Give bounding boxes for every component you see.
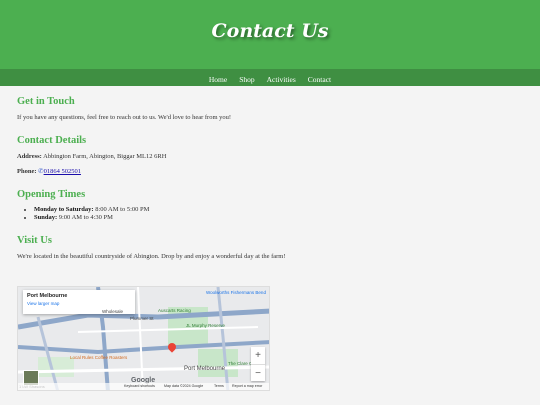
map-label-auscarts[interactable]: Auscarts Racing: [158, 308, 191, 313]
get-in-touch-text: If you have any questions, feel free to …: [17, 114, 232, 121]
map-label-wholesale: Wholesale: [102, 309, 124, 314]
phone-line: Phone: ✆01864 502501: [17, 167, 523, 176]
map-label-local-rules[interactable]: Local Rules Coffee Roasters: [70, 355, 127, 360]
zoom-out-button[interactable]: −: [251, 364, 265, 381]
hours-item: Monday to Saturday: 8:00 AM to 5:00 PM: [34, 206, 523, 214]
hours-time: 8:00 AM to 5:00 PM: [95, 206, 150, 213]
page-title: Contact Us: [211, 20, 329, 42]
opening-times-heading: Opening Times: [17, 189, 86, 200]
address-line: Address: Abbington Farm, Abington, Bigga…: [17, 152, 523, 161]
map-label-jl-murphy[interactable]: JL Murphy Reserve: [186, 323, 225, 328]
nav-home[interactable]: Home: [209, 71, 227, 88]
map-label-woolworths[interactable]: Woolworths Fishermans Bend: [206, 290, 266, 295]
map-label-plummer: Plummer St: [130, 316, 154, 321]
opening-times-section: Opening Times Monday to Saturday: 8:00 A…: [17, 189, 523, 222]
visit-us-heading: Visit Us: [17, 235, 52, 246]
hours-list: Monday to Saturday: 8:00 AM to 5:00 PM S…: [34, 206, 523, 222]
zoom-in-button[interactable]: +: [251, 347, 265, 364]
zoom-controls: + −: [251, 347, 265, 381]
map-data-text: Map data ©2024 Google: [164, 384, 204, 388]
map-embed[interactable]: Port Melbourne View larger map Woolworth…: [17, 286, 270, 391]
nav-shop[interactable]: Shop: [239, 71, 254, 88]
nav-activities[interactable]: Activities: [267, 71, 296, 88]
hours-item: Sunday: 9:00 AM to 4:30 PM: [34, 214, 523, 222]
terms-link[interactable]: Terms: [214, 383, 224, 390]
contact-details-section: Contact Details Address: Abbington Farm,…: [17, 135, 523, 176]
main-nav: Home Shop Activities Contact: [0, 69, 540, 86]
map-label-port-melbourne: Port Melbourne: [184, 366, 226, 372]
visit-us-text: We're located in the beautiful countrysi…: [17, 253, 286, 260]
phone-link[interactable]: 01864 502501: [44, 168, 81, 175]
get-in-touch-section: Get in Touch If you have any questions, …: [17, 96, 523, 122]
map-footer: Keyboard shortcuts Map data ©2024 Google…: [18, 383, 269, 390]
address-value: Abbington Farm, Abington, Biggar ML12 6R…: [43, 153, 167, 160]
main-content: Get in Touch If you have any questions, …: [17, 96, 523, 274]
report-error-link[interactable]: Report a map error: [232, 383, 262, 390]
contact-details-heading: Contact Details: [17, 135, 87, 146]
view-larger-map-link[interactable]: View larger map: [27, 301, 131, 306]
nav-contact[interactable]: Contact: [308, 71, 331, 88]
phone-label: Phone:: [17, 168, 37, 175]
header-banner: Contact Us: [0, 0, 540, 69]
get-in-touch-heading: Get in Touch: [17, 96, 75, 107]
map-place-name: Port Melbourne: [27, 293, 68, 299]
address-label: Address:: [17, 153, 42, 160]
hours-time: 9:00 AM to 4:30 PM: [58, 214, 113, 221]
keyboard-shortcuts-link[interactable]: Keyboard shortcuts: [124, 383, 155, 390]
hours-days: Sunday:: [34, 214, 58, 221]
hours-days: Monday to Saturday:: [34, 206, 94, 213]
visit-us-section: Visit Us We're located in the beautiful …: [17, 235, 523, 261]
